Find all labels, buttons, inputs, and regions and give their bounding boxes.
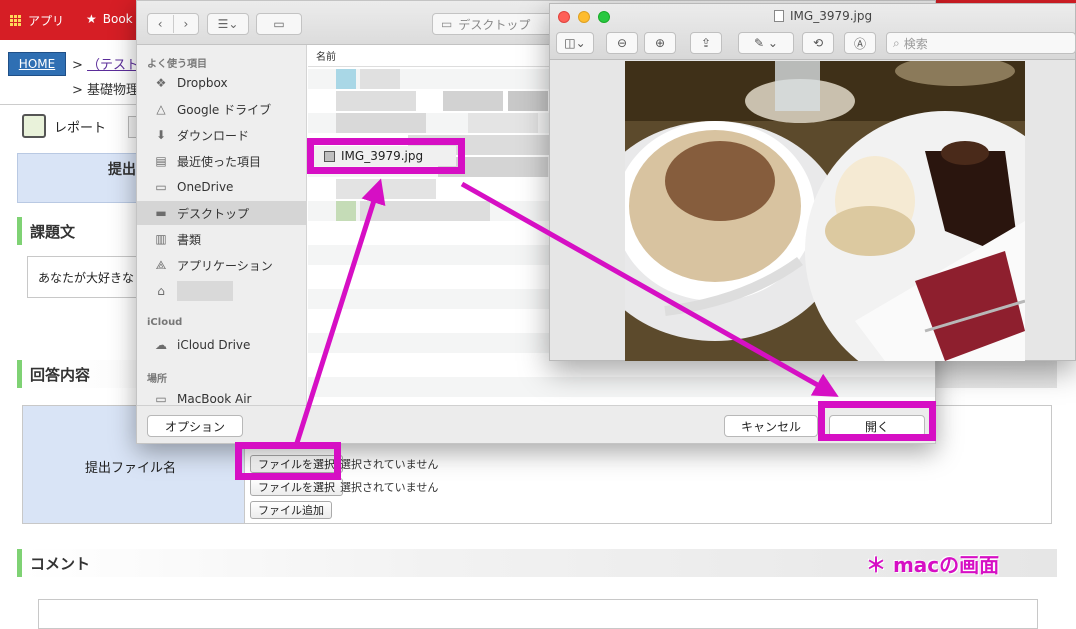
arrow-to-open — [460, 181, 839, 397]
mac-screen-annotation: ＊ macの画面 — [866, 553, 1000, 577]
arrow-to-file — [293, 178, 386, 447]
annotation-arrows — [293, 178, 839, 447]
